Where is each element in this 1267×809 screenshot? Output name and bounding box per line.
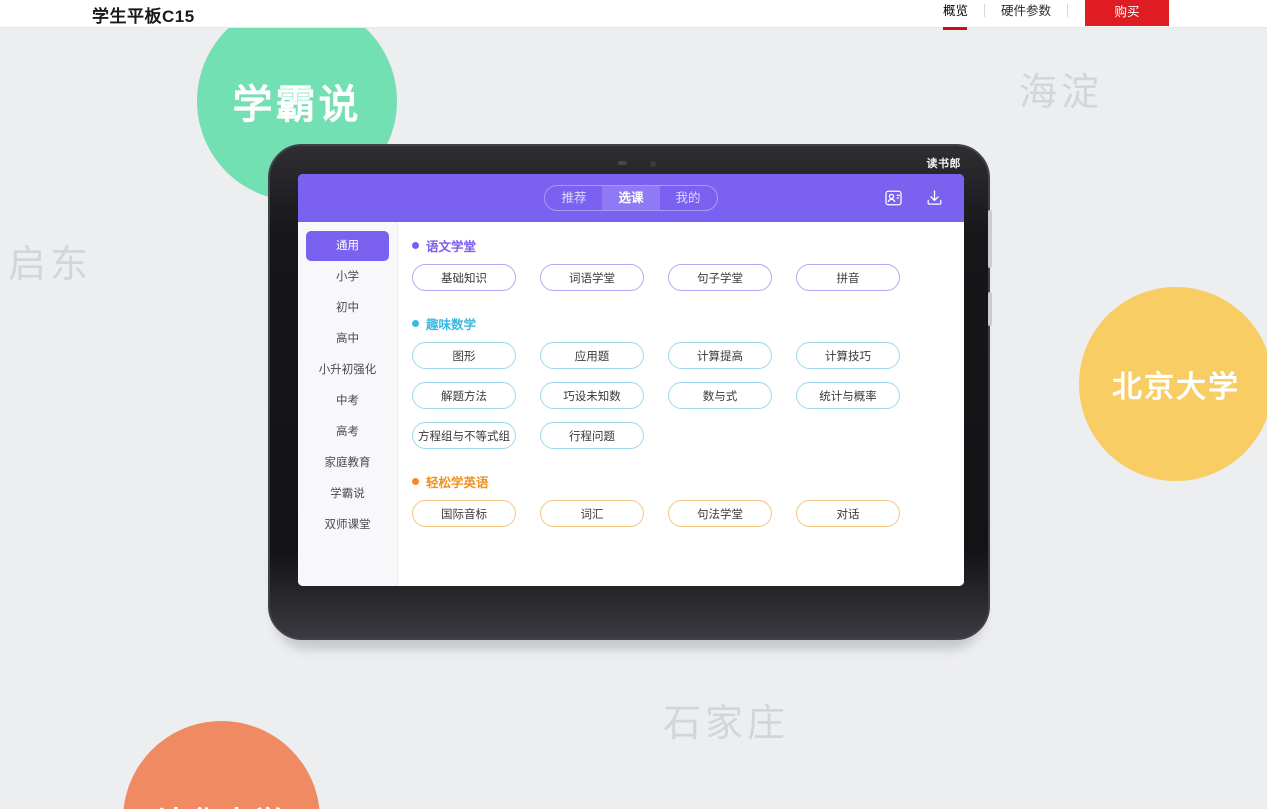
app-header-bar: 推荐 选课 我的 <box>298 174 964 222</box>
course-section-math: 趣味数学 图形 应用题 计算提高 计算技巧 解题方法 巧设未知数 数与式 统计与… <box>412 314 950 462</box>
top-navigation-bar: 学生平板C15 概览 硬件参数 购买 <box>0 0 1267 30</box>
course-pill-row: 图形 应用题 计算提高 计算技巧 解题方法 巧设未知数 数与式 统计与概率 方程… <box>412 342 950 462</box>
course-pill-numbers-expressions[interactable]: 数与式 <box>668 382 772 409</box>
app-body: 通用 小学 初中 高中 小升初强化 中考 高考 家庭教育 学霸说 双师课堂 语文… <box>298 222 964 586</box>
course-pill-vocabulary[interactable]: 词汇 <box>540 500 644 527</box>
course-pill-solving-methods[interactable]: 解题方法 <box>412 382 516 409</box>
power-button[interactable] <box>988 292 992 326</box>
course-pill-row: 基础知识 词语学堂 句子学堂 拼音 <box>412 264 950 304</box>
section-title-math: 趣味数学 <box>426 318 477 332</box>
hero-stage: 学霸说 北京大学 清华大学 启东 海淀 石家庄 读书郎 推荐 选课 我的 <box>0 28 1267 809</box>
course-section-english: 轻松学英语 国际音标 词汇 句法学堂 对话 <box>412 472 950 540</box>
course-pill-basic-knowledge[interactable]: 基础知识 <box>412 264 516 291</box>
course-pill-phonetic-symbols[interactable]: 国际音标 <box>412 500 516 527</box>
decorative-circle-peking-university: 北京大学 <box>1079 287 1267 481</box>
app-tab-group: 推荐 选课 我的 <box>544 185 718 211</box>
course-pill-statistics-probability[interactable]: 统计与概率 <box>796 382 900 409</box>
tablet-screen: 推荐 选课 我的 通用 小学 初中 高中 小升初强化 中考 高考 家庭教育 学霸… <box>298 174 964 586</box>
section-header: 轻松学英语 <box>412 472 950 491</box>
download-icon[interactable] <box>925 189 944 208</box>
profile-card-icon[interactable] <box>884 189 903 208</box>
section-title-chinese: 语文学堂 <box>426 240 477 254</box>
course-pill-row: 国际音标 词汇 句法学堂 对话 <box>412 500 950 540</box>
nav-link-overview-label: 概览 <box>942 4 968 18</box>
app-header-icons <box>884 189 944 208</box>
sidebar-item-zhongkao[interactable]: 中考 <box>306 386 389 416</box>
nav-links-group: 概览 硬件参数 购买 <box>927 0 1169 30</box>
section-dot-icon <box>412 320 419 327</box>
course-pill-travel-problems[interactable]: 行程问题 <box>540 422 644 449</box>
sidebar-item-primary[interactable]: 小学 <box>306 262 389 292</box>
course-pill-vocabulary-class[interactable]: 词语学堂 <box>540 264 644 291</box>
nav-link-overview[interactable]: 概览 <box>927 0 984 30</box>
section-header: 趣味数学 <box>412 314 950 333</box>
sidebar-item-junior-high[interactable]: 初中 <box>306 293 389 323</box>
course-pill-equations-inequalities[interactable]: 方程组与不等式组 <box>412 422 516 449</box>
tab-select-course[interactable]: 选课 <box>602 186 660 210</box>
course-pill-calculation-tricks[interactable]: 计算技巧 <box>796 342 900 369</box>
nav-divider <box>1067 4 1068 17</box>
ghost-label-shijiazhuang: 石家庄 <box>663 703 790 745</box>
course-pill-set-unknowns[interactable]: 巧设未知数 <box>540 382 644 409</box>
buy-button[interactable]: 购买 <box>1085 0 1169 26</box>
course-pill-shapes[interactable]: 图形 <box>412 342 516 369</box>
tab-recommend[interactable]: 推荐 <box>545 186 602 210</box>
course-pill-pinyin[interactable]: 拼音 <box>796 264 900 291</box>
sidebar-item-primary-to-junior[interactable]: 小升初强化 <box>306 355 389 385</box>
sidebar-item-general[interactable]: 通用 <box>306 231 389 261</box>
sidebar-item-senior-high[interactable]: 高中 <box>306 324 389 354</box>
course-content-area: 语文学堂 基础知识 词语学堂 句子学堂 拼音 趣味数学 图形 应用题 计算提高 … <box>398 222 964 586</box>
decorative-circle-tsinghua-university: 清华大学 <box>123 721 320 809</box>
sidebar-item-family-education[interactable]: 家庭教育 <box>306 448 389 478</box>
course-pill-word-problems[interactable]: 应用题 <box>540 342 644 369</box>
active-tab-indicator <box>943 27 968 30</box>
course-pill-sentence-class[interactable]: 句子学堂 <box>668 264 772 291</box>
sidebar-item-dual-teacher[interactable]: 双师课堂 <box>306 510 389 540</box>
ghost-label-haidian: 海淀 <box>1019 72 1104 114</box>
ghost-label-qidong: 启东 <box>8 244 93 286</box>
app-sidebar: 通用 小学 初中 高中 小升初强化 中考 高考 家庭教育 学霸说 双师课堂 <box>298 222 398 586</box>
section-header: 语文学堂 <box>412 236 950 255</box>
course-pill-calculation-improve[interactable]: 计算提高 <box>668 342 772 369</box>
sidebar-item-xueba-talk[interactable]: 学霸说 <box>306 479 389 509</box>
product-title: 学生平板C15 <box>92 7 195 26</box>
tablet-frame: 读书郎 推荐 选课 我的 通用 小学 初中 高中 小升初强化 中考 高考 家庭教… <box>268 144 992 640</box>
volume-button[interactable] <box>988 210 992 268</box>
nav-link-hardware-specs-label: 硬件参数 <box>1000 4 1051 18</box>
tab-mine[interactable]: 我的 <box>660 186 717 210</box>
nav-link-hardware-specs[interactable]: 硬件参数 <box>985 0 1067 21</box>
section-dot-icon <box>412 478 419 485</box>
section-dot-icon <box>412 242 419 249</box>
speaker-slot-icon <box>618 161 627 165</box>
course-pill-dialogue[interactable]: 对话 <box>796 500 900 527</box>
tablet-device: 读书郎 推荐 选课 我的 通用 小学 初中 高中 小升初强化 中考 高考 家庭教… <box>268 144 992 650</box>
course-pill-syntax-class[interactable]: 句法学堂 <box>668 500 772 527</box>
section-title-english: 轻松学英语 <box>426 476 489 490</box>
brand-logo: 读书郎 <box>926 158 961 170</box>
sidebar-item-gaokao[interactable]: 高考 <box>306 417 389 447</box>
course-section-chinese: 语文学堂 基础知识 词语学堂 句子学堂 拼音 <box>412 236 950 304</box>
front-camera-icon <box>650 161 656 167</box>
